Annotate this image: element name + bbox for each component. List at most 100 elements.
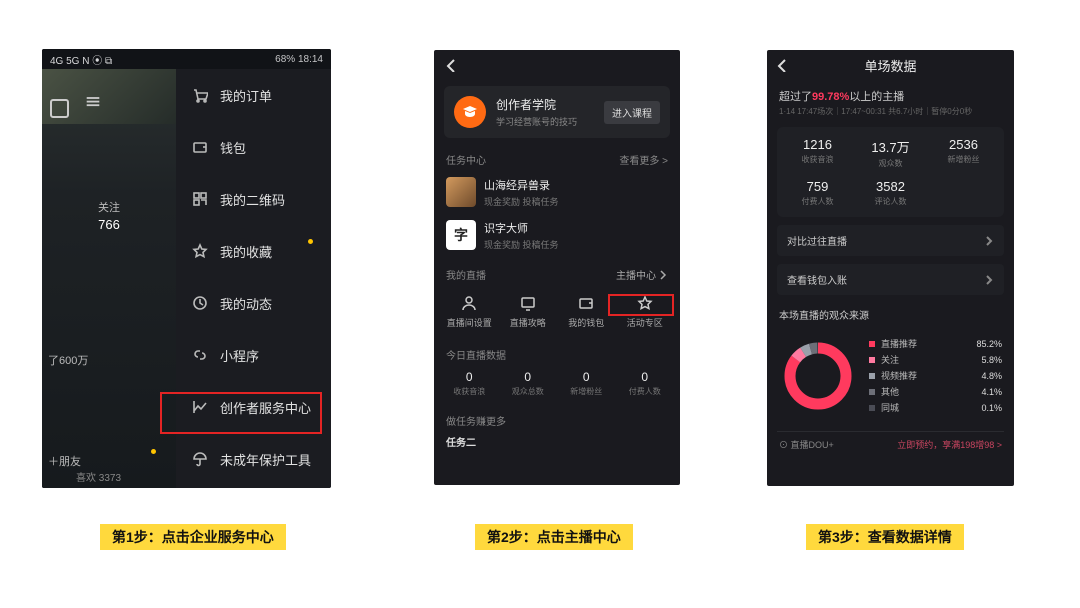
surpass-pre: 超过了	[779, 91, 812, 103]
menu-qr[interactable]: 我的二维码	[176, 173, 331, 225]
label: 活动专区	[620, 316, 670, 329]
grid-cell	[927, 179, 1000, 207]
label: 我的二维码	[220, 190, 285, 209]
back-icon[interactable]	[444, 58, 458, 72]
swatch	[869, 357, 875, 363]
live-settings[interactable]: 直播间设置	[444, 294, 494, 329]
label: 对比过往直播	[787, 233, 847, 248]
menu-wallet[interactable]: 钱包	[176, 121, 331, 173]
today-stats: 0收获音浪 0观众总数 0新增粉丝 0付费人数	[434, 366, 680, 407]
my-live-head: 我的直播 主播中心	[434, 257, 680, 288]
umbrella-icon	[192, 451, 208, 467]
label: 直播间设置	[444, 316, 494, 329]
task-item-1[interactable]: 山海经异兽录 现金奖励 投稿任务	[434, 171, 680, 214]
legend-row: 同城0.1%	[869, 401, 1002, 414]
streamer-center-link[interactable]: 主播中心	[616, 267, 668, 282]
academy-title: 创作者学院	[496, 96, 594, 113]
stat-viewers: 0观众总数	[512, 370, 544, 397]
audience-source-title: 本场直播的观众来源	[767, 295, 1014, 328]
task-center-more[interactable]: 查看更多 >	[619, 152, 668, 167]
follow-label: 关注	[42, 199, 176, 215]
task-item-2[interactable]: 字 识字大师 现金奖励 投稿任务	[434, 214, 680, 257]
task-two-label: 任务二	[434, 430, 680, 449]
qr-icon	[192, 191, 208, 207]
caption-step2: 第2步：点击主播中心	[475, 524, 633, 550]
label: 钱包	[220, 138, 246, 157]
audience-source: 直播推荐85.2% 关注5.8% 视频推荐4.8% 其他4.1% 同城0.1%	[777, 328, 1004, 423]
compare-past[interactable]: 对比过往直播	[777, 225, 1004, 256]
menu-miniapp[interactable]: 小程序	[176, 329, 331, 381]
academy-icon	[454, 96, 486, 128]
grid-cell: 2536新增粉丝	[927, 137, 1000, 169]
swatch	[869, 405, 875, 411]
tv-icon	[519, 294, 537, 312]
stat-income: 0收获音浪	[453, 370, 485, 397]
streamer-center-label: 主播中心	[616, 267, 656, 282]
label: 我的钱包	[561, 316, 611, 329]
task1-title: 山海经异兽录	[484, 177, 559, 193]
label: 未成年保护工具	[220, 450, 311, 469]
stat-newfans: 0新增粉丝	[570, 370, 602, 397]
more-tasks-title: 做任务赚更多	[434, 407, 680, 430]
task1-sub: 现金奖励 投稿任务	[484, 195, 559, 208]
header	[434, 50, 680, 80]
status-signal: 4G 5G N ⦿ ⧉	[50, 52, 112, 67]
caption-step1: 第1步：点击企业服务中心	[100, 524, 286, 550]
page-title: 单场数据	[864, 56, 916, 75]
bottom-likes: 喜欢 3373	[76, 469, 121, 484]
star-icon	[192, 243, 208, 259]
chevron-right-icon	[984, 275, 994, 285]
today-data-title: 今日直播数据	[434, 339, 680, 366]
surpass-line: 超过了99.78%以上的主播	[767, 80, 1014, 106]
caption-step3: 第3步：查看数据详情	[806, 524, 964, 550]
task2-title: 识字大师	[484, 220, 559, 236]
likes-line: 了600万	[48, 352, 88, 368]
live-guide[interactable]: 直播攻略	[503, 294, 553, 329]
status-right: 68% 18:14	[275, 54, 323, 65]
menu-minor-protection[interactable]: 未成年保护工具	[176, 433, 331, 485]
task-center-title: 任务中心	[446, 152, 486, 167]
add-friend-button[interactable]: ＋朋友	[48, 453, 148, 469]
task-thumb-1	[446, 177, 476, 207]
menu-orders[interactable]: 我的订单	[176, 69, 331, 121]
legend-row: 其他4.1%	[869, 385, 1002, 398]
header: 单场数据	[767, 50, 1014, 80]
dou-title: ⊙ 直播DOU+	[779, 438, 834, 451]
wallet-icon	[577, 294, 595, 312]
dou-link[interactable]: 立即预约，享满198增98 >	[897, 438, 1002, 451]
legend-row: 关注5.8%	[869, 353, 1002, 366]
back-icon[interactable]	[775, 58, 789, 72]
grid-cell: 759付费人数	[781, 179, 854, 207]
phone-step3: 单场数据 超过了99.78%以上的主播 1·14 17:47场次｜17:47~0…	[767, 50, 1014, 486]
menu-moments[interactable]: 我的动态	[176, 277, 331, 329]
grid-cell: 1216收获音浪	[781, 137, 854, 169]
stats-grid: 1216收获音浪 13.7万观众数 2536新增粉丝 759付费人数 3582评…	[777, 127, 1004, 217]
swatch	[869, 389, 875, 395]
cart-icon	[192, 87, 208, 103]
surpass-post: 以上的主播	[849, 91, 904, 103]
hamburger-icon[interactable]	[87, 97, 100, 99]
task-thumb-2: 字	[446, 220, 476, 250]
wallet-income[interactable]: 查看钱包入账	[777, 264, 1004, 295]
chevron-right-icon	[984, 236, 994, 246]
wallet-icon	[192, 139, 208, 155]
legend: 直播推荐85.2% 关注5.8% 视频推荐4.8% 其他4.1% 同城0.1%	[869, 334, 1002, 417]
academy-sub: 学习经营账号的技巧	[496, 115, 594, 128]
legend-row: 直播推荐85.2%	[869, 337, 1002, 350]
surpass-pct: 99.78%	[812, 91, 849, 103]
menu-favorites[interactable]: 我的收藏	[176, 225, 331, 277]
status-bar: 4G 5G N ⦿ ⧉ 68% 18:14	[42, 49, 331, 69]
enter-course-button[interactable]: 进入课程	[604, 101, 660, 124]
task-center-head: 任务中心 查看更多 >	[434, 144, 680, 171]
swatch	[869, 341, 875, 347]
label: 直播攻略	[503, 316, 553, 329]
status-time: 18:14	[298, 54, 323, 65]
dou-plus-row[interactable]: ⊙ 直播DOU+ 立即预约，享满198增98 >	[777, 431, 1004, 457]
link-icon	[192, 347, 208, 363]
label: 小程序	[220, 346, 259, 365]
creator-academy-card[interactable]: 创作者学院 学习经营账号的技巧 进入课程	[444, 86, 670, 138]
my-live-title: 我的直播	[446, 267, 486, 282]
my-wallet[interactable]: 我的钱包	[561, 294, 611, 329]
notification-dot	[308, 239, 313, 244]
follow-stat[interactable]: 关注 766	[42, 199, 176, 232]
